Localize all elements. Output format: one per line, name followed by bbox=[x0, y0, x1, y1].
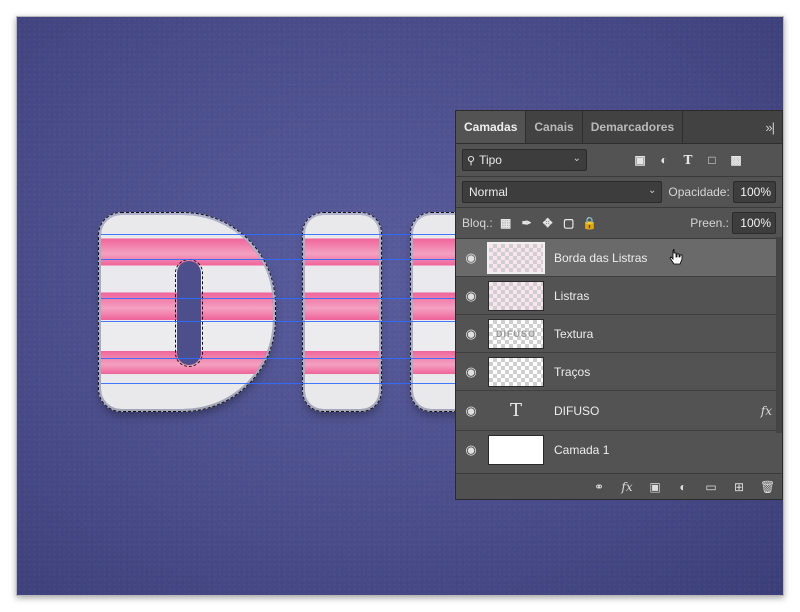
guide-line[interactable] bbox=[101, 358, 501, 359]
group-folder-icon[interactable]: ▭ bbox=[704, 480, 718, 494]
shape-filter-icon[interactable]: □ bbox=[705, 153, 719, 167]
fill-value: 100% bbox=[740, 216, 771, 230]
guide-line[interactable] bbox=[101, 234, 501, 235]
adjustment-filter-icon[interactable]: ◐ bbox=[657, 153, 671, 167]
scrollbar[interactable] bbox=[776, 237, 782, 433]
blend-row: Normal ⌄ Opacidade: 100% bbox=[456, 177, 782, 207]
layer-name: Traços bbox=[554, 364, 591, 379]
layer-row[interactable]: ◉ Camada 1 bbox=[456, 431, 782, 469]
blend-mode-select[interactable]: Normal ⌄ bbox=[462, 181, 663, 203]
eye-icon[interactable]: ◉ bbox=[456, 250, 486, 266]
filter-value: Tipo bbox=[479, 153, 502, 167]
lock-all-icon[interactable]: 🔒 bbox=[582, 216, 597, 230]
layer-thumbnail bbox=[487, 241, 545, 274]
lock-icons: ▦ ✒ ✥ ▢ 🔒 bbox=[500, 216, 597, 230]
hand-cursor-icon bbox=[669, 249, 683, 265]
tab-camadas[interactable]: Camadas bbox=[456, 111, 527, 143]
image-filter-icon[interactable]: ▣ bbox=[633, 153, 647, 167]
letter-i-artwork bbox=[302, 212, 382, 412]
thumbnail-text: DIFUSO bbox=[495, 328, 536, 339]
layer-thumbnail: DIFUSO bbox=[488, 318, 544, 349]
adjustment-layer-icon[interactable]: ◐ bbox=[676, 480, 690, 494]
chevron-down-icon: ⌄ bbox=[572, 153, 581, 164]
layer-name: DIFUSO bbox=[554, 403, 600, 418]
layer-thumbnail bbox=[488, 356, 544, 387]
fx-icon[interactable]: fx bbox=[620, 480, 634, 494]
lock-position-icon[interactable]: ✥ bbox=[542, 216, 554, 230]
layer-name: Listras bbox=[554, 288, 590, 303]
tab-label: Canais bbox=[534, 120, 574, 134]
new-layer-icon[interactable]: ⊞ bbox=[732, 480, 746, 494]
opacity-label: Opacidade: bbox=[668, 185, 730, 199]
eye-icon[interactable]: ◉ bbox=[456, 364, 486, 380]
layer-name: Textura bbox=[554, 326, 594, 341]
eye-icon[interactable]: ◉ bbox=[456, 288, 486, 304]
lock-label: Bloq.: bbox=[462, 216, 493, 230]
tab-demarcadores[interactable]: Demarcadores bbox=[583, 111, 684, 143]
filter-icons: ▣ ◐ T □ ▩ bbox=[633, 153, 743, 167]
lock-paint-icon[interactable]: ✒ bbox=[521, 216, 533, 230]
guide-line[interactable] bbox=[101, 383, 501, 384]
lock-row: Bloq.: ▦ ✒ ✥ ▢ 🔒 Preen.: 100% bbox=[456, 208, 782, 238]
tab-canais[interactable]: Canais bbox=[526, 111, 583, 143]
letter-d-artwork bbox=[98, 212, 276, 412]
layer-name: Borda das Listras bbox=[554, 250, 648, 265]
tab-label: Demarcadores bbox=[590, 120, 675, 134]
trash-icon[interactable]: 🗑 bbox=[760, 480, 775, 494]
layers-panel: Camadas Canais Demarcadores »| ⚲ Tipo ⌄ … bbox=[455, 110, 783, 500]
layer-row[interactable]: ◉ DIFUSO Textura bbox=[456, 315, 782, 353]
eye-icon[interactable]: ◉ bbox=[456, 326, 486, 342]
opacity-value: 100% bbox=[740, 185, 771, 199]
layer-name: Camada 1 bbox=[554, 443, 610, 457]
eye-icon[interactable]: ◉ bbox=[456, 403, 486, 419]
panel-tab-bar: Camadas Canais Demarcadores »| bbox=[456, 111, 782, 144]
blend-mode-value: Normal bbox=[469, 185, 508, 199]
panel-menu-icon[interactable]: »| bbox=[765, 120, 775, 135]
fill-input[interactable]: 100% bbox=[732, 212, 776, 234]
layer-row[interactable]: ◉ Traços bbox=[456, 353, 782, 391]
guide-line[interactable] bbox=[101, 298, 501, 299]
eye-icon[interactable]: ◉ bbox=[456, 442, 486, 458]
link-layers-icon[interactable]: ⚭ bbox=[592, 480, 606, 494]
filter-row: ⚲ Tipo ⌄ ▣ ◐ T □ ▩ bbox=[456, 144, 782, 176]
lock-artboard-icon[interactable]: ▢ bbox=[563, 216, 575, 230]
layer-thumbnail bbox=[488, 435, 544, 465]
panel-bottom-bar: ⚭ fx ▣ ◐ ▭ ⊞ 🗑 bbox=[456, 473, 782, 499]
type-layer-icon: T bbox=[488, 400, 544, 421]
layer-row[interactable]: ◉ T DIFUSO fx bbox=[456, 391, 782, 431]
fx-badge[interactable]: fx bbox=[761, 404, 772, 418]
opacity-input[interactable]: 100% bbox=[732, 181, 776, 203]
tab-label: Camadas bbox=[464, 120, 518, 134]
layer-row[interactable]: ◉ Listras bbox=[456, 277, 782, 315]
layer-row[interactable]: ◉ Borda das Listras bbox=[456, 239, 782, 277]
layer-filter-select[interactable]: ⚲ Tipo ⌄ bbox=[462, 149, 587, 171]
layer-thumbnail bbox=[488, 280, 544, 311]
smart-object-filter-icon[interactable]: ▩ bbox=[729, 153, 743, 167]
letter-d-counter bbox=[175, 259, 203, 367]
mask-icon[interactable]: ▣ bbox=[648, 480, 662, 494]
guide-line[interactable] bbox=[101, 321, 501, 322]
type-filter-icon[interactable]: T bbox=[681, 153, 695, 167]
lock-transparency-icon[interactable]: ▦ bbox=[500, 216, 512, 230]
layer-list: ◉ Borda das Listras ◉ Listras ◉ DIFUSO T… bbox=[456, 239, 782, 469]
search-icon: ⚲ bbox=[467, 154, 476, 167]
guide-line[interactable] bbox=[101, 259, 501, 260]
fill-label: Preen.: bbox=[690, 216, 729, 230]
chevron-down-icon: ⌄ bbox=[648, 185, 657, 196]
type-glyph: T bbox=[509, 400, 522, 421]
